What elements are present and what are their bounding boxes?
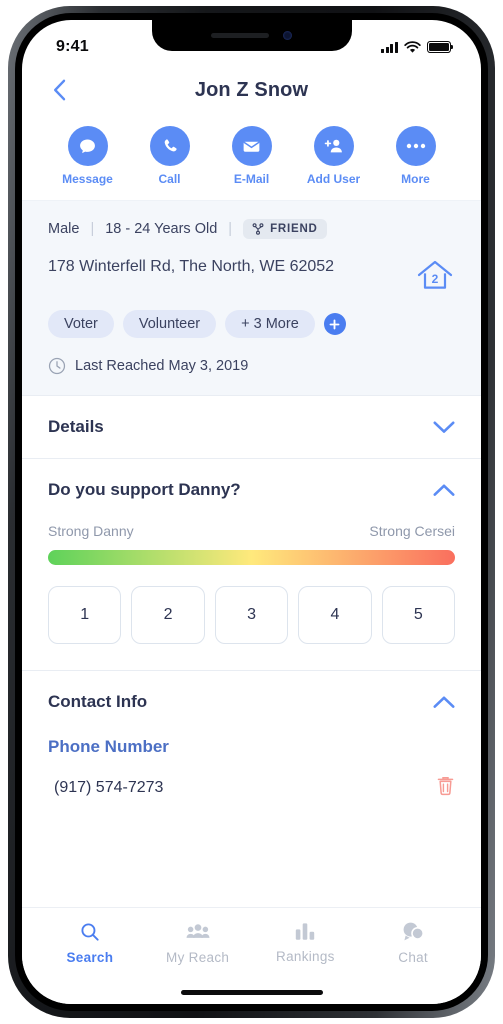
- clock-icon: [48, 357, 66, 375]
- age-range-value: 18 - 24 Years Old: [105, 221, 218, 237]
- meta-row: Male | 18 - 24 Years Old | FRIEND: [48, 219, 455, 239]
- magnifier-icon: [81, 923, 99, 941]
- action-more[interactable]: More: [385, 126, 447, 186]
- phone-screen: 9:41 Jon Z Snow Message Call E-Mail Add …: [22, 20, 481, 1004]
- status-icons: [381, 40, 454, 54]
- contact-summary-section: Male | 18 - 24 Years Old | FRIEND 178 Wi…: [22, 200, 481, 395]
- add-tag-button[interactable]: [323, 313, 346, 335]
- app-content: 9:41 Jon Z Snow Message Call E-Mail Add …: [22, 20, 481, 1004]
- chat-bubble-icon: [403, 922, 425, 941]
- quick-action-row: Message Call E-Mail Add User More: [22, 114, 481, 200]
- scale-right-label: Strong Cersei: [369, 523, 455, 539]
- tag-more[interactable]: + 3 More: [225, 310, 315, 338]
- action-message[interactable]: Message: [57, 126, 119, 186]
- address-row: 178 Winterfell Rd, The North, WE 62052 2: [48, 252, 455, 294]
- tab-search-label: Search: [66, 950, 114, 965]
- support-header[interactable]: Do you support Danny?: [48, 459, 455, 521]
- rating-1[interactable]: 1: [48, 586, 122, 644]
- action-call-label: Call: [158, 172, 181, 186]
- envelope-icon: [231, 126, 272, 166]
- action-more-label: More: [401, 172, 430, 186]
- bar-chart-icon: [296, 923, 315, 940]
- rating-5[interactable]: 5: [381, 586, 456, 644]
- rating-3[interactable]: 3: [214, 586, 289, 644]
- support-title: Do you support Danny?: [48, 480, 241, 499]
- last-reached-row: Last Reached May 3, 2019: [48, 357, 455, 375]
- scale-left-label: Strong Danny: [48, 523, 134, 539]
- message-bubble-icon: [67, 126, 108, 166]
- last-reached-label: Last Reached May 3, 2019: [75, 358, 249, 374]
- phone-bezel: 9:41 Jon Z Snow Message Call E-Mail Add …: [15, 13, 488, 1011]
- action-add-user-label: Add User: [306, 172, 361, 186]
- section-contact-info: Contact Info Phone Number (917) 574-7273: [22, 670, 481, 819]
- page-title: Jon Z Snow: [194, 78, 309, 101]
- phone-device-frame: 9:41 Jon Z Snow Message Call E-Mail Add …: [8, 6, 495, 1018]
- household-badge[interactable]: 2: [415, 258, 455, 294]
- action-message-label: Message: [62, 172, 113, 186]
- address-value: 178 Winterfell Rd, The North, WE 62052: [48, 258, 335, 275]
- plus-icon: [329, 319, 340, 329]
- signal-bars-icon: [381, 41, 398, 53]
- section-details: Details: [22, 395, 481, 458]
- earpiece-speaker: [211, 33, 269, 38]
- phone-number-label: Phone Number: [48, 737, 169, 756]
- rating-row: 1 2 3 4 5: [48, 586, 456, 644]
- rating-4[interactable]: 4: [298, 586, 372, 644]
- action-email-label: E-Mail: [233, 172, 270, 186]
- battery-full-icon: [427, 41, 454, 53]
- contact-info-header[interactable]: Contact Info: [48, 671, 455, 733]
- gender-value: Male: [48, 221, 80, 237]
- chevron-up-icon[interactable]: [433, 484, 455, 497]
- nav-header: Jon Z Snow: [22, 66, 481, 114]
- tag-volunteer[interactable]: Volunteer: [122, 310, 217, 338]
- status-time: 9:41: [56, 38, 89, 55]
- tab-chat[interactable]: Chat: [359, 921, 467, 1004]
- tab-my-reach-label: My Reach: [166, 950, 230, 965]
- action-add-user[interactable]: Add User: [303, 126, 365, 186]
- relationship-badge-label: FRIEND: [270, 223, 318, 235]
- support-scale-labels: Strong Danny Strong Cersei: [48, 523, 455, 539]
- action-email[interactable]: E-Mail: [221, 126, 283, 186]
- tab-search[interactable]: Search: [36, 921, 144, 1004]
- action-call[interactable]: Call: [139, 126, 201, 186]
- details-header[interactable]: Details: [48, 396, 455, 458]
- meta-divider: |: [228, 221, 233, 237]
- tag-voter[interactable]: Voter: [48, 310, 114, 338]
- chevron-down-icon[interactable]: [433, 421, 455, 434]
- household-count: 2: [431, 272, 439, 286]
- details-title: Details: [48, 417, 104, 436]
- tag-row: Voter Volunteer + 3 More: [48, 310, 455, 338]
- relationship-badge[interactable]: FRIEND: [243, 219, 327, 239]
- front-camera-icon: [283, 31, 292, 40]
- chevron-up-icon[interactable]: [433, 696, 455, 709]
- phone-number-row: (917) 574-7273: [48, 775, 455, 819]
- tab-chat-label: Chat: [398, 950, 428, 965]
- tab-rankings-label: Rankings: [276, 949, 335, 964]
- chevron-left-icon: [53, 79, 65, 101]
- wifi-icon: [404, 40, 421, 53]
- trash-icon: [437, 776, 454, 796]
- ellipsis-icon: [395, 126, 436, 166]
- back-button[interactable]: [44, 75, 74, 105]
- meta-divider: |: [90, 221, 95, 237]
- people-group-icon: [186, 924, 210, 938]
- support-gradient-bar: [48, 550, 455, 565]
- delete-phone-button[interactable]: [436, 775, 455, 801]
- phone-icon: [149, 126, 190, 166]
- phone-notch: [151, 20, 352, 51]
- section-support: Do you support Danny? Strong Danny Stron…: [22, 458, 481, 644]
- contact-info-title: Contact Info: [48, 692, 148, 711]
- add-user-icon: [313, 126, 354, 166]
- network-nodes-icon: [252, 223, 264, 235]
- rating-2[interactable]: 2: [131, 586, 205, 644]
- home-indicator: [180, 990, 323, 995]
- phone-number-value[interactable]: (917) 574-7273: [48, 779, 163, 797]
